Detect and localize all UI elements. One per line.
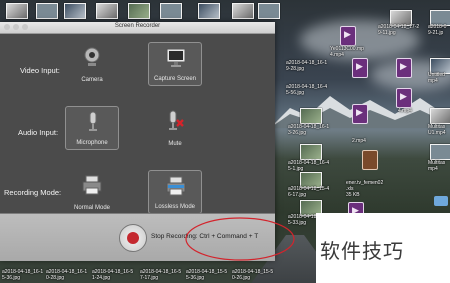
mute-option[interactable]: Mute bbox=[148, 106, 202, 150]
desktop-file-label: a2018-04-18_16-5 7-17.jpg bbox=[140, 269, 182, 281]
desktop-file-label: Multitas mp4 bbox=[428, 160, 446, 172]
muted-microphone-icon bbox=[169, 110, 184, 130]
audio-input-label: Audio Input: bbox=[18, 128, 59, 137]
desktop-file-label: a2018-04-18_15-4 6-17.jpg bbox=[288, 186, 330, 198]
desktop-file-label: a2018-04-18_16-1 9-28.jpg bbox=[286, 60, 328, 72]
desktop-thumbnail[interactable] bbox=[258, 3, 280, 19]
desktop-file-label: a2018-04-18_16-5 1-24.jpg bbox=[92, 269, 134, 281]
desktop-thumbnail[interactable] bbox=[198, 3, 220, 19]
desktop-file-label: Multitas U1.mp4 bbox=[428, 124, 446, 136]
desktop-file-label: a2018-04-18_16-4 5-1.jpg bbox=[288, 160, 330, 172]
video-file-icon[interactable] bbox=[352, 104, 368, 124]
video-input-label: Video Input: bbox=[20, 66, 60, 75]
lossless-mode-option[interactable]: Lossless Mode bbox=[148, 170, 202, 214]
microphone-option-label: Microphone bbox=[76, 140, 108, 146]
camera-option[interactable]: Camera bbox=[65, 42, 119, 86]
desktop-thumbnail[interactable] bbox=[96, 3, 118, 19]
spreadsheet-file-icon[interactable] bbox=[362, 150, 378, 170]
desktop-file-label: a2018-04-18_16-4 5-56.jpg bbox=[286, 84, 328, 96]
desktop-thumbnail[interactable] bbox=[300, 144, 322, 160]
desktop-file-label: 4.mp4 bbox=[398, 108, 412, 114]
desktop-thumbnail[interactable] bbox=[160, 3, 182, 19]
desktop-thumbnail[interactable] bbox=[430, 108, 450, 124]
title-bar[interactable]: Screen Recorder bbox=[0, 22, 275, 34]
record-icon bbox=[127, 232, 139, 244]
normal-mode-option-label: Normal Mode bbox=[73, 205, 110, 211]
lossless-printer-icon bbox=[166, 176, 186, 196]
microphone-option[interactable]: Microphone bbox=[65, 106, 119, 150]
monitor-icon bbox=[166, 48, 186, 67]
highlight-ellipse bbox=[185, 217, 295, 261]
desktop-file-label: 2.mp4 bbox=[352, 138, 366, 144]
desktop-thumbnail[interactable] bbox=[300, 108, 322, 124]
desktop-file-label: Ye0113C00.mp 4.mp4 bbox=[330, 46, 364, 58]
desktop-thumbnail[interactable] bbox=[6, 3, 28, 19]
desktop-file-label: ener.tv_femen02 .xls 35 KB bbox=[346, 180, 384, 198]
webcam-icon bbox=[84, 47, 100, 66]
desktop-thumbnail[interactable] bbox=[430, 144, 450, 160]
desktop-file-label: a2018-04-18_16-1 0-28.jpg bbox=[46, 269, 88, 281]
folder-icon[interactable] bbox=[434, 196, 448, 206]
desktop-thumbnail[interactable] bbox=[36, 3, 58, 19]
capture-screen-option-label: Capture Screen bbox=[153, 76, 197, 82]
lossless-mode-option-label: Lossless Mode bbox=[154, 204, 196, 210]
recording-mode-label: Recording Mode: bbox=[4, 188, 62, 197]
desktop-file-label: a2018-0 9-21.jp bbox=[428, 24, 447, 36]
desktop-thumbnail[interactable] bbox=[64, 3, 86, 19]
desktop-file-label: a2018-04-18_17-2 9-11.jpg bbox=[378, 24, 420, 36]
camera-option-label: Camera bbox=[81, 77, 103, 83]
desktop-file-label: a2018-04-18_15-5 5-36.jpg bbox=[186, 269, 228, 281]
desktop-file-label: a2018-04-18_16-1 3-26.jpg bbox=[288, 124, 330, 136]
capture-screen-option[interactable]: Capture Screen bbox=[148, 42, 202, 86]
video-file-icon[interactable] bbox=[396, 88, 412, 108]
video-file-icon[interactable] bbox=[340, 26, 356, 46]
desktop-thumbnail[interactable] bbox=[128, 3, 150, 19]
video-file-icon[interactable] bbox=[352, 58, 368, 78]
watermark-text: 软件技巧 bbox=[320, 239, 404, 263]
desktop-thumbnail[interactable] bbox=[232, 3, 254, 19]
microphone-icon bbox=[89, 111, 97, 131]
desktop-file-label: a2018-04-18_16-1 5-36.jpg bbox=[2, 269, 44, 281]
desktop-file-label: Untitled mp4 bbox=[428, 72, 445, 84]
record-button[interactable] bbox=[119, 224, 147, 252]
printer-icon bbox=[82, 175, 102, 195]
normal-mode-option[interactable]: Normal Mode bbox=[65, 170, 119, 214]
desktop-file-label: a2018-04-18_15-5 0-26.jpg bbox=[232, 269, 274, 281]
mute-option-label: Mute bbox=[168, 141, 182, 147]
video-file-icon[interactable] bbox=[396, 58, 412, 78]
window-title: Screen Recorder bbox=[114, 23, 161, 29]
